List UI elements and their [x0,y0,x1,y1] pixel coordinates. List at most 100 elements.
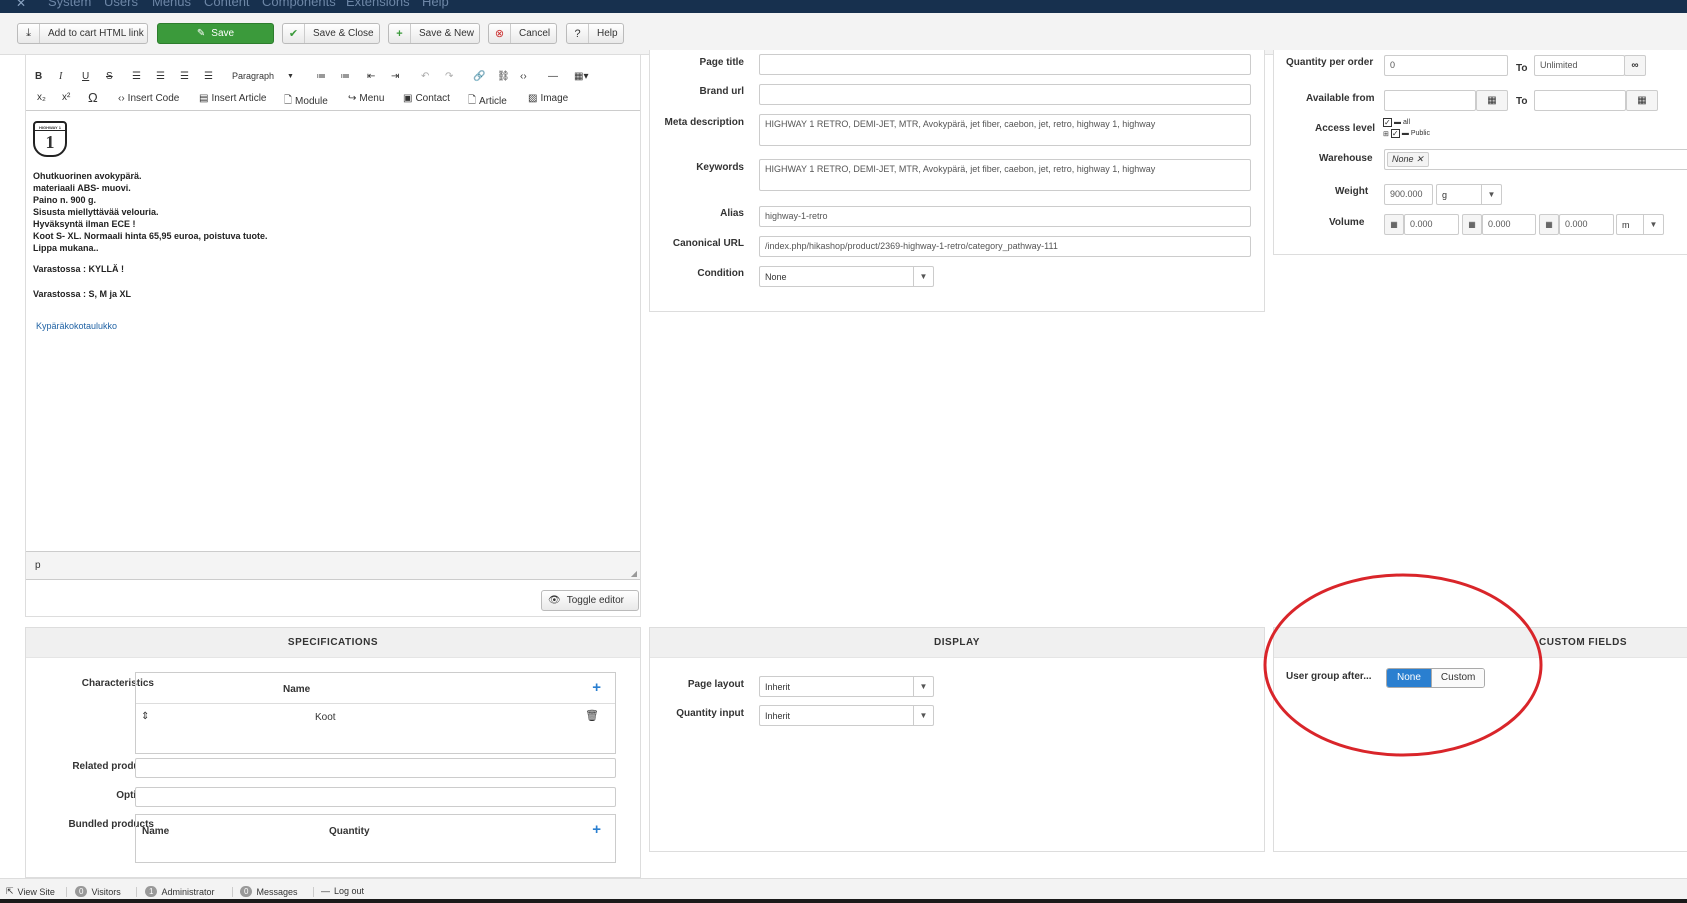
weight-input[interactable]: 900.000 [1384,184,1433,205]
canonical-url-input[interactable]: /index.php/hikashop/product/2369-highway… [759,236,1251,257]
quantity-min-input[interactable]: 0 [1384,55,1508,76]
close-icon[interactable]: ✕ [1416,154,1424,164]
volume-width-input[interactable]: 0.000 [1482,214,1536,235]
meta-description-textarea[interactable]: HIGHWAY 1 RETRO, DEMI-JET, MTR, Avokypär… [759,114,1251,146]
quantity-input-label: Quantity input [676,708,744,719]
nav-users[interactable]: Users [104,0,138,9]
page-layout-select[interactable]: Inherit ▼ [759,676,934,697]
horizontal-rule-icon[interactable]: — [548,71,558,82]
visitors-status[interactable]: 0 Visitors [75,886,121,897]
save-button[interactable]: ✎ Save [157,23,274,44]
volume-unit-select[interactable]: m ▼ [1616,214,1664,235]
options-input[interactable] [135,787,616,807]
redo-icon[interactable]: ↷ [445,71,453,82]
infinity-icon[interactable]: ∞ [1624,55,1646,76]
trash-icon[interactable]: 🗑 [585,709,599,722]
article-button[interactable]: 🗋 Article [468,93,507,110]
editor-content-area[interactable]: HIGHWAY 1 1 Ohutkuorinen avokypärä. mate… [26,110,640,552]
superscript-icon[interactable]: x² [62,92,70,103]
nav-content[interactable]: Content [204,0,250,9]
width-icon: ▦ [1462,214,1482,235]
save-new-button[interactable]: + Save & New [388,23,480,44]
quantity-max-input[interactable]: Unlimited [1534,55,1625,76]
subscript-icon[interactable]: x₂ [37,92,46,103]
italic-icon[interactable]: I [59,71,62,82]
messages-status[interactable]: 0 Messages [240,886,297,897]
contact-button[interactable]: ▣ Contact [403,93,450,104]
align-left-icon[interactable]: ☰ [132,71,141,82]
underline-icon[interactable]: U [82,71,89,82]
available-from-input[interactable] [1384,90,1476,111]
article-icon: ▤ [199,93,209,104]
logout-link[interactable]: — Log out [321,886,364,896]
element-path: p [35,560,41,571]
view-site-link[interactable]: ⇱ View Site [6,886,55,897]
align-justify-icon[interactable]: ☰ [204,71,213,82]
size-chart-link[interactable]: Kypäräkokotaulukko [36,321,633,331]
restrictions-panel: Quantity per order 0 To Unlimited ∞ Avai… [1273,50,1687,255]
available-to-input[interactable] [1534,90,1626,111]
content-line: Paino n. 900 g. [33,195,97,205]
checkbox-checked-icon[interactable]: ✓ [1383,118,1392,127]
table-icon[interactable]: ▦▾ [574,71,588,82]
drag-handle-icon[interactable]: ⇕ [141,711,149,722]
chevron-down-icon: ▼ [913,267,933,286]
strikethrough-icon[interactable]: S [106,71,113,82]
calendar-icon[interactable]: ▦ [1626,90,1658,111]
cancel-button[interactable]: ⊗ Cancel [488,23,557,44]
weight-unit-select[interactable]: g ▼ [1436,184,1502,205]
menu-button[interactable]: ↪ Menu [348,93,384,104]
numbered-list-icon[interactable]: ≔ [340,71,350,82]
expand-icon[interactable]: ⊞ [1383,130,1389,138]
administrator-status[interactable]: 1 Administrator [145,886,214,897]
image-button[interactable]: ▨ Image [528,93,568,104]
format-select[interactable]: Paragraph ▼ [232,71,294,81]
insert-code-button[interactable]: ‹› Insert Code [118,93,179,104]
editor-toolbar: B I U S ☰ ☰ ☰ ☰ Paragraph ▼ ≔ ≔ ⇤ ⇥ ↶ ↷ 🔗… [26,55,640,110]
characteristics-table: Name + ⇕ Koot 🗑 [135,672,616,754]
contact-card-icon: ▣ [403,93,413,104]
warehouse-select[interactable]: None ✕ [1384,149,1687,170]
align-center-icon[interactable]: ☰ [156,71,165,82]
outdent-icon[interactable]: ⇤ [367,71,375,82]
related-products-input[interactable] [135,758,616,778]
condition-select[interactable]: None ▼ [759,266,934,287]
module-button[interactable]: 🗋 Module [284,93,328,110]
nav-components[interactable]: Components [262,0,336,9]
undo-icon[interactable]: ↶ [421,71,429,82]
volume-height-input[interactable]: 0.000 [1559,214,1614,235]
nav-help[interactable]: Help [422,0,449,9]
add-to-cart-link-button[interactable]: ⤓ Add to cart HTML link [17,23,148,44]
insert-article-button[interactable]: ▤ Insert Article [199,93,266,104]
add-characteristic-icon[interactable]: + [592,679,601,696]
nav-menus[interactable]: Menus [152,0,191,9]
toggle-editor-button[interactable]: 👁 Toggle editor [541,590,639,611]
code-icon[interactable]: ‹› [520,71,527,82]
nav-system[interactable]: System [48,0,91,9]
unlink-icon[interactable]: ⛓ [497,71,510,82]
length-icon: ▦ [1384,214,1404,235]
save-close-button[interactable]: ✔ Save & Close [282,23,380,44]
omega-icon[interactable]: Ω [88,90,98,105]
align-right-icon[interactable]: ☰ [180,71,189,82]
brand-url-input[interactable] [759,84,1251,105]
eye-icon: 👁 [548,595,561,606]
keywords-textarea[interactable]: HIGHWAY 1 RETRO, DEMI-JET, MTR, Avokypär… [759,159,1251,191]
resize-handle-icon[interactable]: ◢ [631,569,637,578]
page-title-input[interactable] [759,54,1251,75]
joomla-logo-icon[interactable]: ✕ [16,0,26,10]
alias-input[interactable]: highway-1-retro [759,206,1251,227]
bullet-list-icon[interactable]: ≔ [316,71,326,82]
top-navigation-bar: ✕ System Users Menus Content Components … [0,0,1687,13]
quantity-input-select[interactable]: Inherit ▼ [759,705,934,726]
help-button[interactable]: ? Help [566,23,624,44]
nav-extensions[interactable]: Extensions [346,0,410,9]
bold-icon[interactable]: B [35,71,42,82]
add-bundled-product-icon[interactable]: + [592,821,601,838]
indent-icon[interactable]: ⇥ [391,71,399,82]
volume-length-input[interactable]: 0.000 [1404,214,1459,235]
link-icon[interactable]: 🔗 [473,71,485,82]
checkbox-checked-icon[interactable]: ✓ [1390,129,1400,138]
check-icon: ✔ [283,24,305,43]
calendar-icon[interactable]: ▦ [1476,90,1508,111]
